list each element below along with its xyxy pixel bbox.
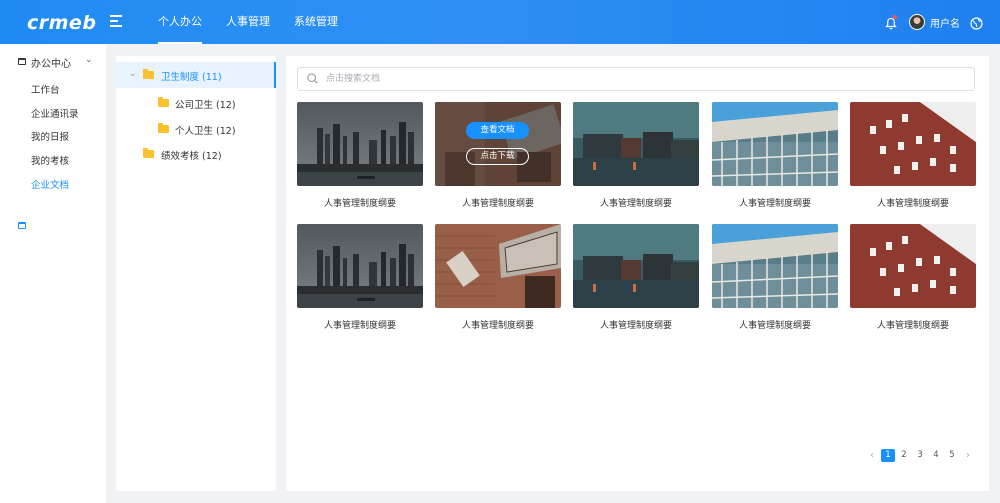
sidebar-item-documents[interactable]: 企业文档 [31,177,69,191]
nav-tab-system[interactable]: 系统管理 [282,0,350,44]
document-thumbnail[interactable] [712,224,838,308]
notification-dot [893,15,897,19]
document-card[interactable]: 人事管理制度纲要 [297,102,423,209]
river-buildings-image [573,102,699,186]
glass-facade-image [712,224,838,308]
document-card[interactable]: 人事管理制度纲要 [435,224,561,331]
menu-toggle-icon[interactable] [110,15,122,27]
document-title[interactable]: 人事管理制度纲要 [573,196,699,209]
app-logo[interactable]: crmeb [27,12,96,34]
document-title[interactable]: 人事管理制度纲要 [850,318,976,331]
top-nav: 个人办公 人事管理 系统管理 [146,0,350,44]
folder-icon [143,69,154,79]
document-card[interactable]: 查看文档 点击下载 人事管理制度纲要 [435,102,561,209]
nav-tab-hr[interactable]: 人事管理 [214,0,282,44]
document-icon [18,222,26,229]
sidebar-group-label: 办公中心 [31,59,71,70]
document-panel: 人事管理制度纲要 查看文档 点击下载 人事管理制度纲要 [286,56,989,491]
document-thumbnail[interactable] [573,102,699,186]
next-page-icon[interactable]: › [961,449,975,462]
search-box [297,67,975,91]
document-title[interactable]: 人事管理制度纲要 [435,318,561,331]
archive-sign-image [435,224,561,308]
document-thumbnail[interactable] [850,102,976,186]
document-thumbnail[interactable] [712,102,838,186]
document-card[interactable]: 人事管理制度纲要 [712,102,838,209]
document-thumbnail[interactable]: 查看文档 点击下载 [435,102,561,186]
glass-facade-image [712,102,838,186]
page-2[interactable]: 2 [897,449,911,462]
tree-node-label: 卫生制度 (11) [161,72,222,83]
tree-node-performance[interactable]: 绩效考核 (12) [116,141,276,167]
page-3[interactable]: 3 [913,449,927,462]
document-thumbnail[interactable] [435,224,561,308]
window-icon [18,58,26,65]
document-title[interactable]: 人事管理制度纲要 [712,196,838,209]
download-button[interactable]: 点击下载 [466,148,529,165]
left-sidebar: 办公中心 ⌄ 工作台 企业通讯录 我的日报 我的考核 企业文档 [0,44,106,503]
red-brick-building-image [850,102,976,186]
red-brick-building-image [850,224,976,308]
search-input[interactable] [326,71,926,87]
folder-tree: ⌄ 卫生制度 (11) 公司卫生 (12) 个人卫生 (12) 绩效考核 (12… [116,56,276,491]
sidebar-item-contacts[interactable]: 企业通讯录 [31,106,79,120]
hover-overlay [435,102,561,186]
folder-icon [158,97,169,107]
river-buildings-image [573,224,699,308]
chevron-down-icon[interactable]: ⌄ [129,69,137,79]
document-title[interactable]: 人事管理制度纲要 [297,196,423,209]
chevron-down-icon: ⌄ [85,55,93,65]
page-1[interactable]: 1 [881,448,895,462]
globe-icon[interactable] [970,15,983,30]
document-card[interactable]: 人事管理制度纲要 [850,102,976,209]
document-title[interactable]: 人事管理制度纲要 [297,318,423,331]
tree-node-company-hygiene[interactable]: 公司卫生 (12) [116,90,276,116]
sidebar-item-assessment[interactable]: 我的考核 [31,153,69,167]
page-5[interactable]: 5 [945,449,959,462]
document-card[interactable]: 人事管理制度纲要 [297,224,423,331]
document-thumbnail[interactable] [297,224,423,308]
page-4[interactable]: 4 [929,449,943,462]
top-header: crmeb 个人办公 人事管理 系统管理 用户名 [0,0,1000,44]
document-title[interactable]: 人事管理制度纲要 [712,318,838,331]
folder-icon [158,123,169,133]
document-thumbnail[interactable] [297,102,423,186]
document-title[interactable]: 人事管理制度纲要 [435,196,561,209]
username-label[interactable]: 用户名 [930,15,960,30]
document-thumbnail[interactable] [850,224,976,308]
search-icon [307,73,318,84]
tree-node-hygiene-policy[interactable]: ⌄ 卫生制度 (11) [116,62,276,88]
tree-node-personal-hygiene[interactable]: 个人卫生 (12) [116,116,276,142]
prev-page-icon[interactable]: ‹ [865,449,879,462]
sidebar-item-daily-report[interactable]: 我的日报 [31,129,69,143]
document-thumbnail[interactable] [573,224,699,308]
city-skyline-image [297,224,423,308]
document-card[interactable]: 人事管理制度纲要 [573,224,699,331]
avatar[interactable] [909,14,925,30]
tree-node-label: 绩效考核 (12) [161,151,222,162]
document-title[interactable]: 人事管理制度纲要 [573,318,699,331]
sidebar-group-office-center[interactable]: 办公中心 ⌄ [0,52,106,72]
tree-node-label: 公司卫生 (12) [175,100,236,111]
city-skyline-image [297,102,423,186]
pagination: ‹ 1 2 3 4 5 › [865,448,977,462]
document-card[interactable]: 人事管理制度纲要 [573,102,699,209]
document-card[interactable]: 人事管理制度纲要 [712,224,838,331]
sidebar-item-workbench[interactable]: 工作台 [31,82,60,96]
folder-icon [143,148,154,158]
tree-node-label: 个人卫生 (12) [175,126,236,137]
nav-tab-personal-office[interactable]: 个人办公 [146,0,214,44]
document-title[interactable]: 人事管理制度纲要 [850,196,976,209]
view-document-button[interactable]: 查看文档 [466,122,529,139]
document-card[interactable]: 人事管理制度纲要 [850,224,976,331]
bell-icon[interactable] [885,15,897,30]
